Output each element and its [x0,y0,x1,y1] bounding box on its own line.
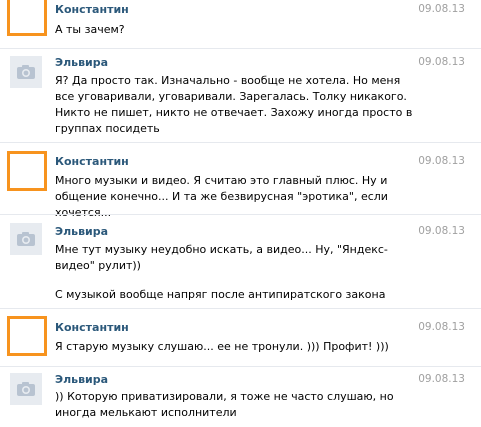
message: Эльвира 09.08.13 Мне тут музыку неудобно… [0,214,481,309]
camera-icon [17,232,35,246]
avatar[interactable] [7,316,47,356]
message: Константин 09.08.13 Я старую музыку слуш… [0,308,481,367]
message-date: 09.08.13 [418,3,465,15]
message-author[interactable]: Константин [55,3,129,16]
message-text: )) Которую приватизировали, я тоже не ча… [55,390,394,419]
message-text: Мне тут музыку неудобно искать, а видео.… [55,243,388,272]
camera-icon [17,382,35,396]
message: Эльвира 09.08.13 Я? Да просто так. Изнач… [0,48,481,143]
message: Константин 09.08.13 Много музыки и видео… [0,142,481,219]
avatar[interactable] [7,0,47,36]
message-date: 09.08.13 [418,56,465,68]
message-author[interactable]: Константин [55,155,129,168]
message: Константин 09.08.13 А ты зачем? [0,0,481,48]
avatar[interactable] [10,56,42,88]
message-text: Я? Да просто так. Изначально - вообще не… [55,74,413,135]
camera-icon [17,65,35,79]
message-text: Я старую музыку слушаю... ее не тронули.… [55,340,389,353]
message-date: 09.08.13 [418,321,465,333]
message-author[interactable]: Эльвира [55,56,108,69]
message-author[interactable]: Эльвира [55,225,108,238]
avatar[interactable] [10,223,42,255]
message: Эльвира 09.08.13 )) Которую приватизиров… [0,366,481,427]
avatar[interactable] [10,373,42,405]
message-date: 09.08.13 [418,155,465,167]
message-text: С музыкой вообще напряг после антипиратс… [55,288,386,301]
message-author[interactable]: Эльвира [55,373,108,386]
message-text: А ты зачем? [55,23,125,36]
message-date: 09.08.13 [418,225,465,237]
avatar[interactable] [7,151,47,191]
message-date: 09.08.13 [418,373,465,385]
message-author[interactable]: Константин [55,321,129,334]
